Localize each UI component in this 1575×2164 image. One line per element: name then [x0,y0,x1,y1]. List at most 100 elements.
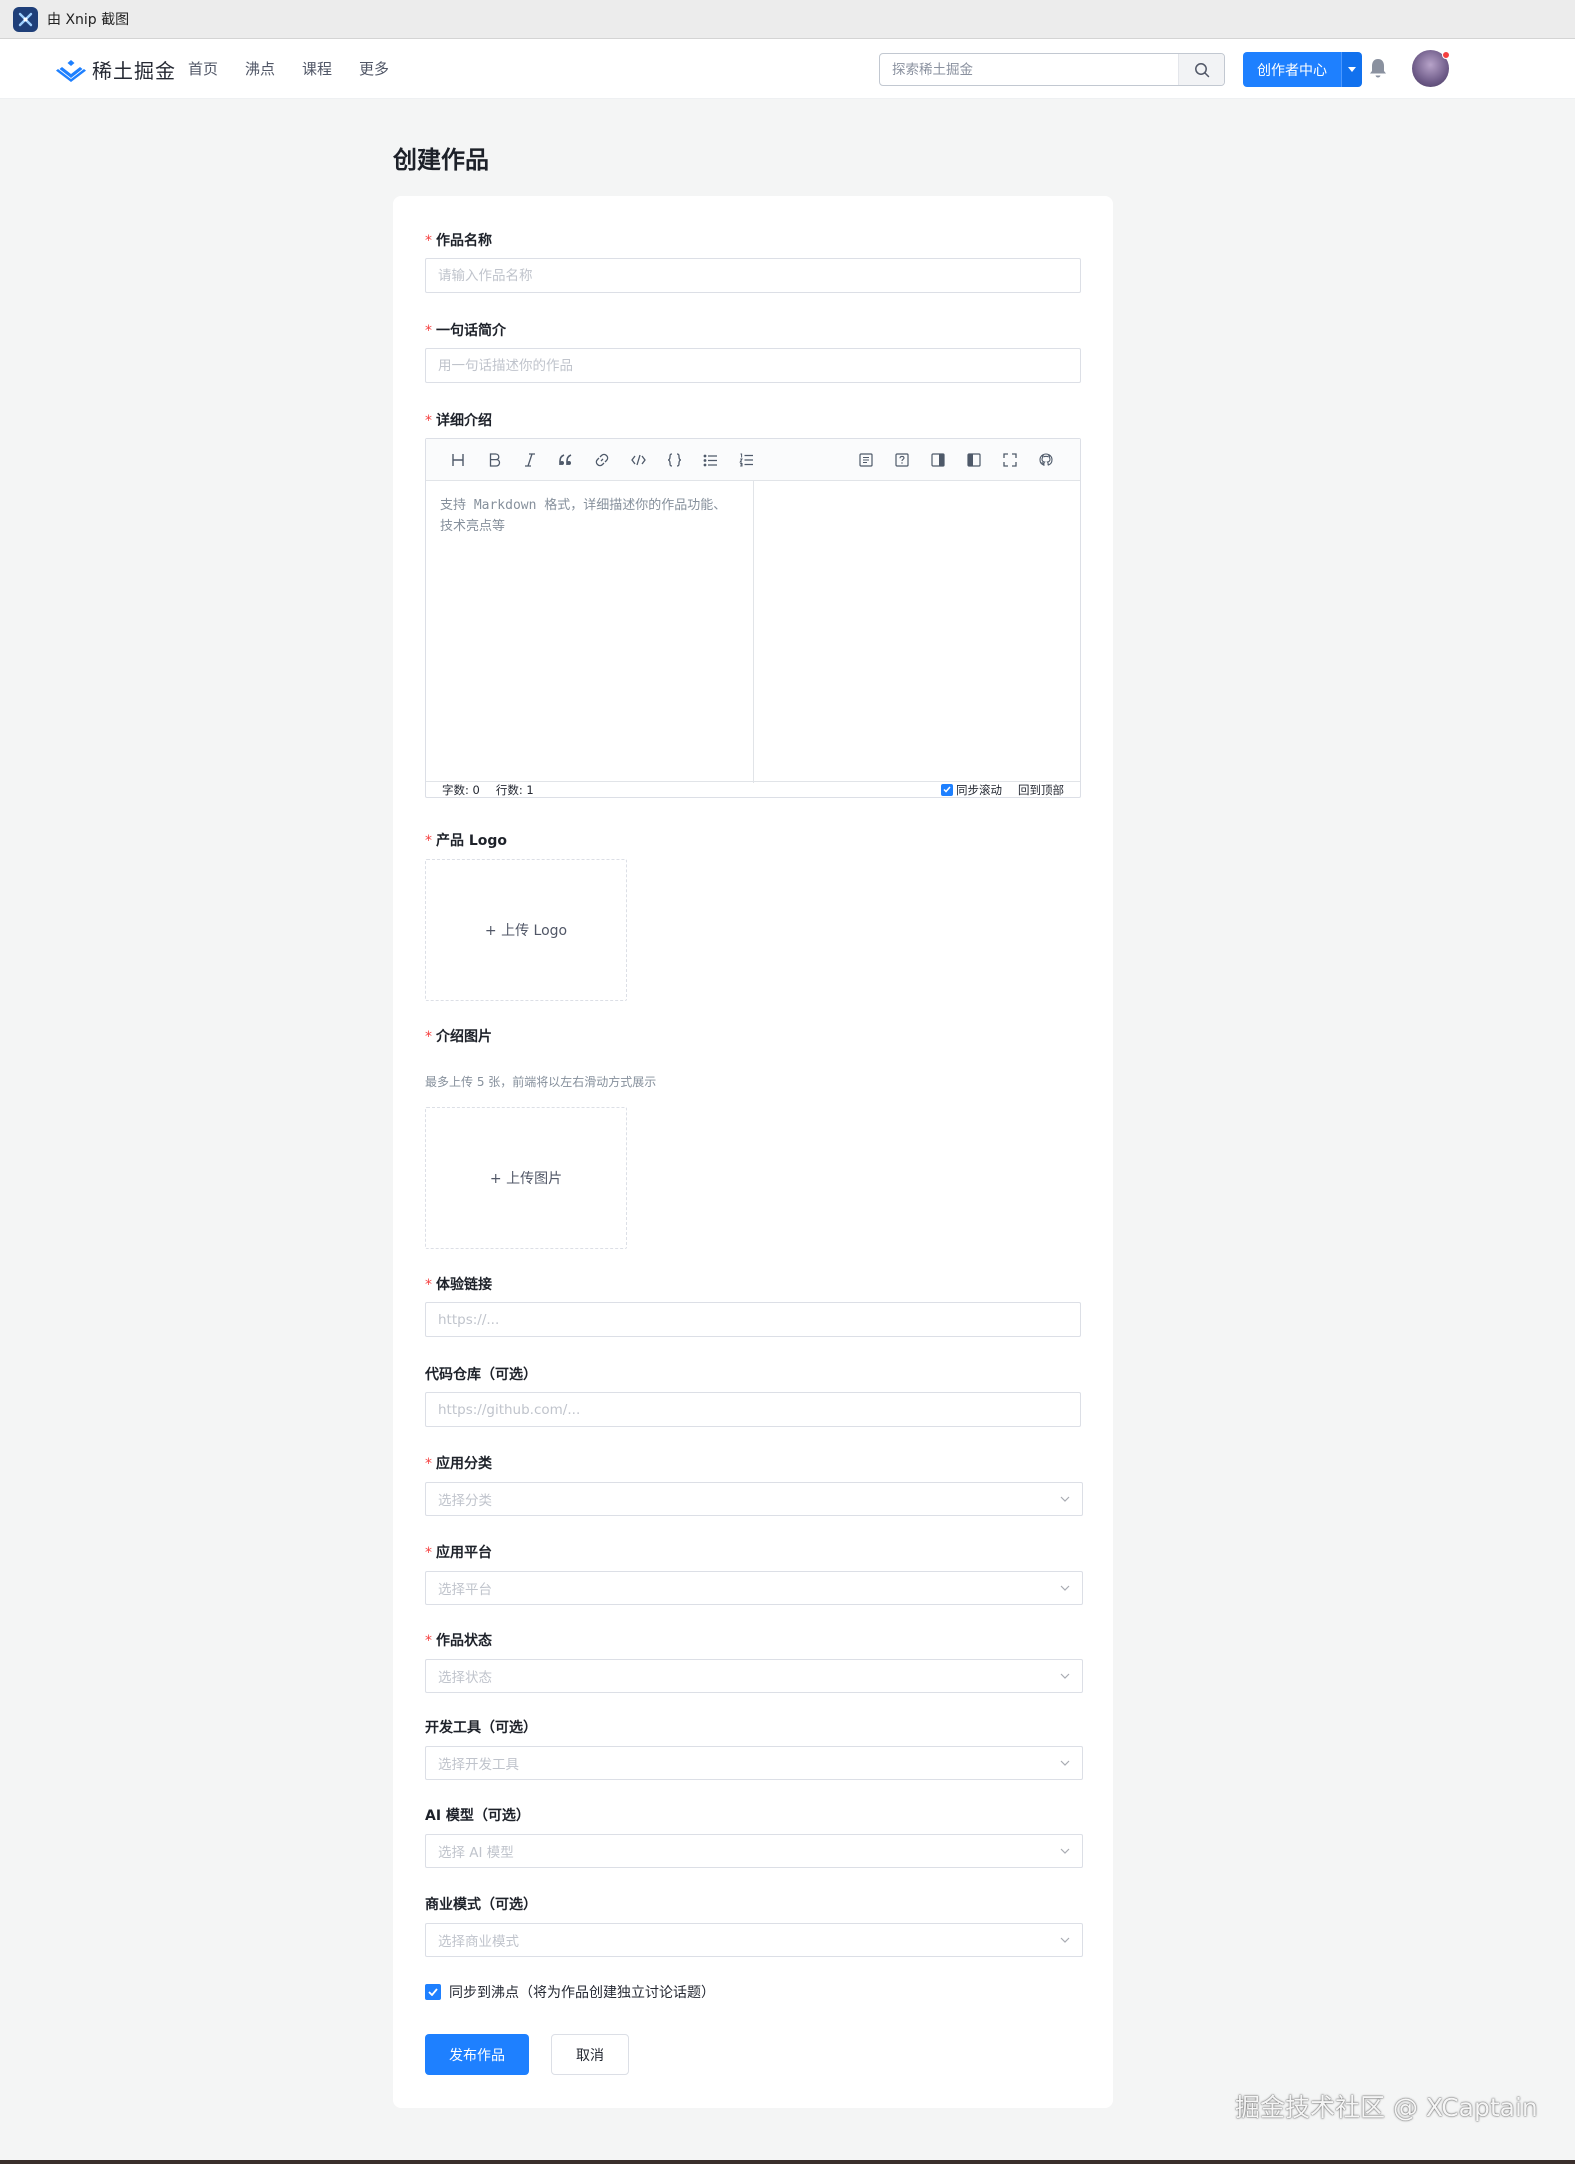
publish-button[interactable]: 发布作品 [425,2034,529,2075]
italic-icon [525,453,535,467]
category-placeholder: 选择分类 [438,1493,492,1509]
search-button[interactable] [1178,54,1224,85]
ai-model-label: AI 模型（可选） [425,1808,530,1824]
chevron-down-icon [1060,1937,1070,1943]
nav-item-home[interactable]: 首页 [188,58,218,79]
status-select[interactable]: 选择状态 [425,1659,1083,1693]
required-mark: * [425,833,432,849]
markdown-editor: 字数: 0 行数: 1 同步滚动 回到顶部 [425,438,1081,798]
creator-dropdown-button[interactable] [1341,52,1362,87]
fullscreen-button[interactable] [992,445,1028,475]
sync-scroll-toggle[interactable]: 同步滚动 [941,782,1002,798]
detail-textarea[interactable] [440,495,739,769]
page-title: 创建作品 [393,146,489,174]
demo-link-input[interactable] [425,1302,1081,1337]
help-icon [895,453,909,467]
dev-tools-select[interactable]: 选择开发工具 [425,1746,1083,1780]
github-button[interactable] [1028,445,1064,475]
bullet-list-button[interactable] [692,445,728,475]
nav-item-pins[interactable]: 沸点 [245,58,275,79]
ordered-list-icon [738,453,753,467]
create-work-form: *作品名称 *一句话简介 *详细介绍 [393,196,1113,2108]
creator-center-button[interactable]: 创作者中心 [1243,52,1341,87]
nav-item-courses[interactable]: 课程 [302,58,332,79]
name-input[interactable] [425,258,1081,293]
sync-to-pins-checkbox[interactable] [425,1984,441,2000]
editor-toolbar [426,439,1080,481]
chevron-down-icon [1060,1848,1070,1854]
link-button[interactable] [584,445,620,475]
bold-icon [489,453,500,467]
search-box [879,53,1225,86]
sync-to-pins-option[interactable]: 同步到沸点（将为作品创建独立讨论话题） [425,1982,715,2002]
cancel-button[interactable]: 取消 [551,2034,629,2075]
juejin-logo-icon [56,59,86,82]
notification-button[interactable] [1368,57,1388,83]
required-mark: * [425,323,432,339]
write-only-button[interactable] [956,445,992,475]
quote-button[interactable] [548,445,584,475]
char-count: 字数: 0 [442,782,480,797]
platform-select[interactable]: 选择平台 [425,1571,1083,1605]
split-right-icon [931,453,945,467]
required-mark: * [425,1456,432,1472]
link-icon [595,453,609,467]
window-title: 由 Xnip 截图 [47,12,130,28]
chevron-down-icon [1060,1585,1070,1591]
caret-down-icon [1348,67,1356,72]
quote-icon [559,454,572,465]
business-label: 商业模式（可选） [425,1897,537,1913]
code-block-button[interactable] [656,445,692,475]
logo-label: * 产品 Logo [425,833,508,849]
juejin-logo[interactable]: 稀土掘金 [56,55,176,84]
bold-button[interactable] [476,445,512,475]
dev-tools-label: 开发工具（可选） [425,1720,537,1736]
bullet-list-icon [703,454,717,466]
code-icon [630,454,646,466]
repo-input[interactable] [425,1392,1081,1427]
dev-tools-placeholder: 选择开发工具 [438,1757,519,1773]
required-mark: * [425,1029,432,1045]
inline-code-button[interactable] [620,445,656,475]
help-button[interactable] [884,445,920,475]
summary-input[interactable] [425,348,1081,383]
status-label: * 作品状态 [425,1633,492,1649]
search-input[interactable] [880,54,1178,85]
required-mark: * [425,1545,432,1561]
images-label: * 介绍图片 [425,1029,492,1045]
category-select[interactable]: 选择分类 [425,1482,1083,1516]
main-nav: 首页 沸点 课程 更多 [188,58,416,79]
name-label: * 作品名称 [425,233,492,249]
ai-model-placeholder: 选择 AI 模型 [438,1845,514,1861]
check-icon [428,1988,438,1996]
required-mark: * [425,413,432,429]
italic-button[interactable] [512,445,548,475]
creator-center-button-group: 创作者中心 [1243,52,1362,87]
logo-upload[interactable]: + 上传 Logo [425,859,627,1001]
toc-button[interactable] [848,445,884,475]
editor-preview-pane [754,481,1080,783]
business-select[interactable]: 选择商业模式 [425,1923,1083,1957]
images-upload[interactable]: + 上传图片 [425,1107,627,1249]
bell-icon [1370,59,1386,78]
ai-model-select[interactable]: 选择 AI 模型 [425,1834,1083,1868]
platform-placeholder: 选择平台 [438,1582,492,1598]
editor-status-bar: 字数: 0 行数: 1 同步滚动 回到顶部 [426,781,1080,797]
ordered-list-button[interactable] [728,445,764,475]
site-header: 稀土掘金 首页 沸点 课程 更多 创作者中心 [0,39,1575,99]
check-icon [943,786,951,793]
fullscreen-icon [1003,453,1017,467]
preview-only-button[interactable] [920,445,956,475]
sync-scroll-checkbox[interactable] [941,783,953,796]
images-hint: 最多上传 5 张，前端将以左右滑动方式展示 [425,1075,657,1089]
sync-to-pins-label: 同步到沸点（将为作品创建独立讨论话题） [449,1985,715,2001]
back-to-top-link[interactable]: 回到顶部 [1018,782,1064,798]
repo-label: 代码仓库（可选） [425,1367,537,1383]
heading-button[interactable] [440,445,476,475]
document-icon [859,453,873,467]
window-titlebar: 由 Xnip 截图 [0,0,1575,39]
nav-item-more[interactable]: 更多 [359,58,389,79]
notification-dot [1442,51,1450,59]
logo-text: 稀土掘金 [92,59,176,83]
required-mark: * [425,1633,432,1649]
